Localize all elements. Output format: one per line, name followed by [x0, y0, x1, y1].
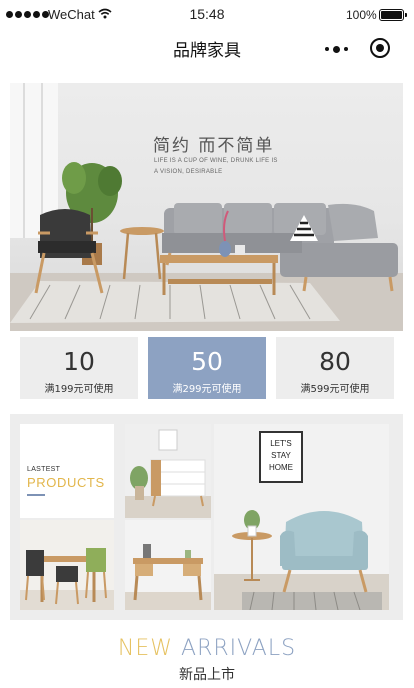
- banner-subtitle-2: A VISION, DESIRABLE: [154, 169, 223, 175]
- desk-image: [125, 520, 211, 610]
- coupon-amount: 10: [63, 347, 95, 376]
- products-label: PRODUCTS: [27, 475, 105, 490]
- coupon-condition: 满299元可使用: [172, 384, 242, 395]
- status-bar: WeChat 15:48 100%: [0, 0, 414, 32]
- product-desk[interactable]: [125, 520, 211, 610]
- nav-bar: 品牌家具: [0, 32, 414, 66]
- coupon-condition: 满199元可使用: [44, 384, 114, 395]
- coupon-amount: 50: [191, 347, 223, 376]
- coupon-row: 10 满199元可使用 50 满299元可使用 80 满599元可使用: [20, 337, 394, 399]
- poster-line-2: STAY: [271, 451, 291, 460]
- dining-set-image: [20, 520, 114, 610]
- product-armchair-feature[interactable]: LET'S STAY HOME: [214, 424, 389, 610]
- coupon-50[interactable]: 50 满299元可使用: [148, 337, 266, 399]
- section-subtitle: 新品上市: [179, 667, 235, 683]
- more-dots-icon[interactable]: [325, 44, 351, 54]
- latest-label: LASTEST: [27, 466, 61, 473]
- product-dining-set[interactable]: [20, 520, 114, 610]
- accent-underline: [27, 494, 45, 496]
- poster-line-1: LET'S: [270, 439, 292, 448]
- banner-subtitle-1: LIFE IS A CUP OF WINE, DRUNK LIFE IS: [154, 158, 278, 164]
- coupon-80[interactable]: 80 满599元可使用: [276, 337, 394, 399]
- living-room-illustration: [10, 83, 403, 331]
- battery-icon: [379, 9, 407, 21]
- coupon-10[interactable]: 10 满199元可使用: [20, 337, 138, 399]
- section-title-part2: ARRIVALS: [181, 636, 297, 661]
- armchair-image: LET'S STAY HOME: [214, 424, 389, 610]
- page-title: 品牌家具: [173, 41, 241, 61]
- dresser-image: [125, 424, 211, 518]
- coupon-amount: 80: [319, 347, 351, 376]
- section-title: NEW ARRIVALS: [0, 636, 414, 661]
- latest-products-tile[interactable]: LASTEST PRODUCTS: [20, 424, 114, 518]
- poster-line-3: HOME: [269, 463, 293, 472]
- battery-percentage: 100%: [346, 8, 377, 22]
- banner-headline: 简约 而不简单: [153, 136, 275, 156]
- mini-program-close-icon[interactable]: [370, 38, 390, 58]
- product-grid: LASTEST PRODUCTS LET'S STAY HOME: [10, 414, 403, 620]
- product-dresser[interactable]: [125, 424, 211, 518]
- section-title-part1: NEW: [117, 636, 182, 661]
- hero-banner[interactable]: 简约 而不简单 LIFE IS A CUP OF WINE, DRUNK LIF…: [10, 83, 403, 331]
- coupon-condition: 满599元可使用: [300, 384, 370, 395]
